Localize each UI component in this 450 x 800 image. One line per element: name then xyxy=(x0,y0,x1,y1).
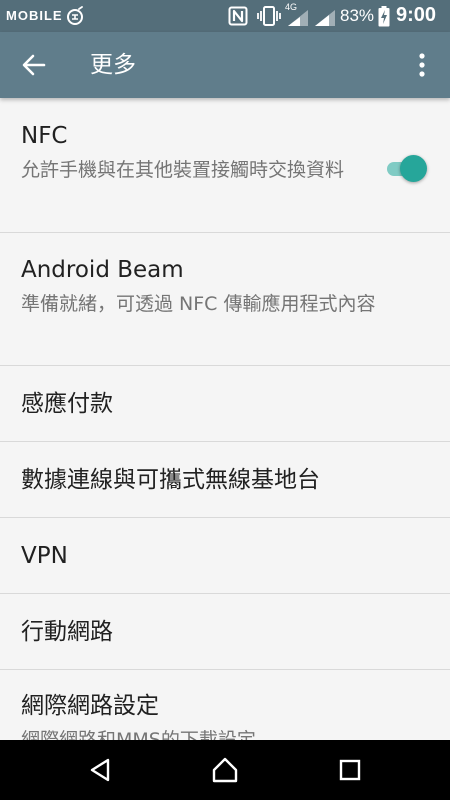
navigation-bar xyxy=(0,740,450,800)
setting-title: 行動網路 xyxy=(21,619,113,645)
setting-summary: 準備就緒，可透過 NFC 傳輸應用程式內容 xyxy=(21,293,376,315)
setting-title: NFC xyxy=(21,123,68,149)
toggle-thumb xyxy=(400,155,427,182)
battery-charging-icon xyxy=(378,6,390,27)
setting-title: Android Beam xyxy=(21,257,184,283)
nfc-icon xyxy=(228,6,248,26)
back-triangle-icon[interactable] xyxy=(86,755,116,785)
home-icon[interactable] xyxy=(210,755,240,785)
setting-summary: 網際網路和MMS的下載設定 xyxy=(21,729,256,740)
status-bar: MOBILE 4G 83% 9:00 xyxy=(0,0,450,32)
setting-title: 數據連線與可攜式無線基地台 xyxy=(21,467,320,493)
settings-list: NFC 允許手機與在其他裝置接觸時交換資料 Android Beam 準備就緒，… xyxy=(0,98,450,740)
setting-summary: 允許手機與在其他裝置接觸時交換資料 xyxy=(21,159,345,181)
setting-title: VPN xyxy=(21,543,68,569)
setting-mobile-network[interactable]: 行動網路 xyxy=(0,594,450,670)
setting-tethering-hotspot[interactable]: 數據連線與可攜式無線基地台 xyxy=(0,442,450,518)
brand-text: MOBILE xyxy=(6,8,63,23)
page-title: 更多 xyxy=(90,52,136,78)
signal-icon xyxy=(288,10,308,26)
brand-logo: MOBILE xyxy=(6,5,85,27)
setting-nfc[interactable]: NFC 允許手機與在其他裝置接觸時交換資料 xyxy=(0,98,450,233)
setting-title: 感應付款 xyxy=(21,391,113,417)
app-bar: 更多 xyxy=(0,32,450,98)
battery-percent: 83% xyxy=(340,6,375,25)
clock: 9:00 xyxy=(396,4,437,26)
setting-vpn[interactable]: VPN xyxy=(0,518,450,594)
setting-internet-settings[interactable]: 網際網路設定 網際網路和MMS的下載設定 xyxy=(0,670,450,740)
more-vert-icon[interactable] xyxy=(410,51,434,79)
setting-android-beam[interactable]: Android Beam 準備就緒，可透過 NFC 傳輸應用程式內容 xyxy=(0,233,450,366)
vibrate-icon xyxy=(257,6,281,26)
arrow-back-icon[interactable] xyxy=(20,51,48,79)
recents-icon[interactable] xyxy=(335,755,365,785)
setting-title: 網際網路設定 xyxy=(21,693,159,719)
setting-tap-and-pay[interactable]: 感應付款 xyxy=(0,366,450,442)
signal-icon-2 xyxy=(315,10,335,26)
brand-mark-icon xyxy=(66,6,83,25)
nfc-toggle[interactable] xyxy=(385,154,429,184)
